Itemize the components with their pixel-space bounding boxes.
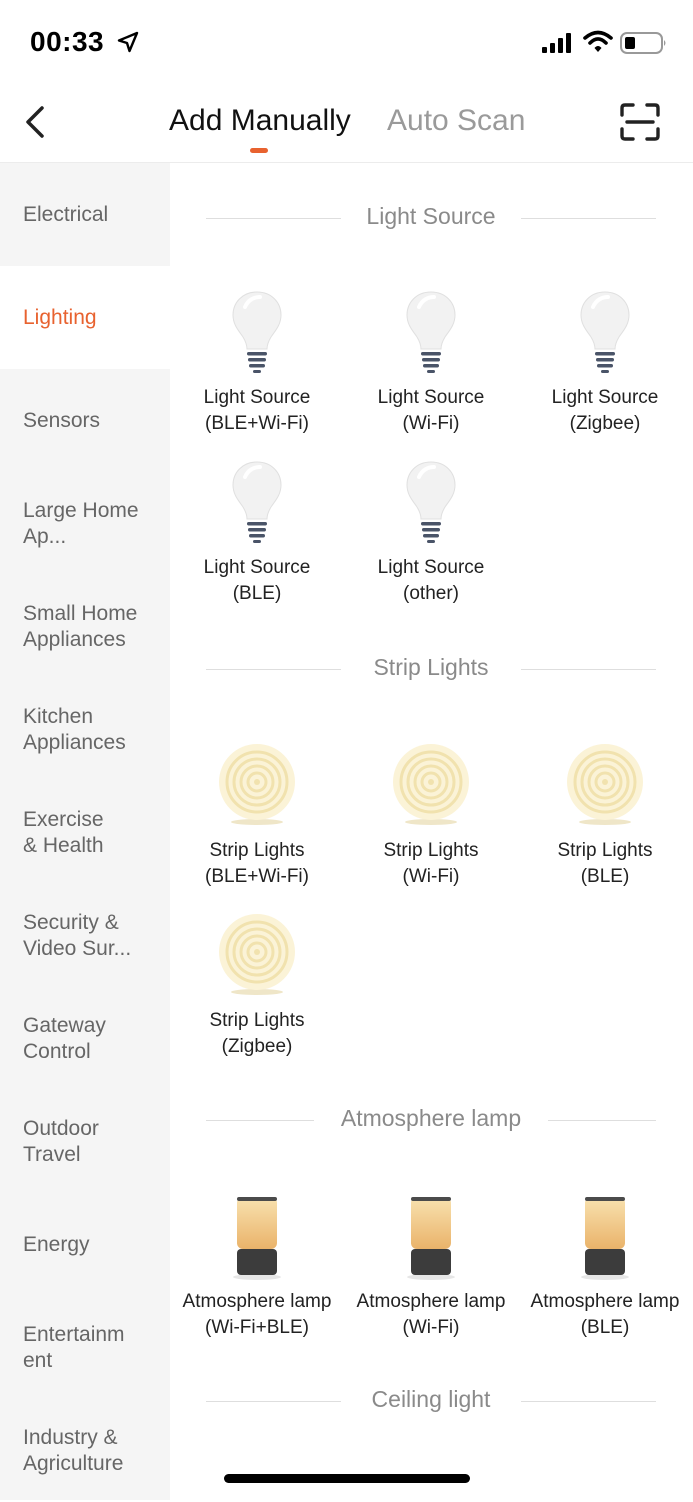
back-chevron-icon[interactable] (20, 102, 54, 142)
sidebar-item-label: Sensors (23, 408, 101, 432)
sidebar-item-lighting[interactable]: Lighting (0, 266, 170, 369)
tab-add-manually[interactable]: Add Manually (169, 104, 351, 138)
device-strip-lights-ble-wifi[interactable]: Strip Lights (BLE+Wi-Fi) (170, 740, 344, 890)
device-atmosphere-lamp-wifi-ble[interactable]: Atmosphere lamp (Wi-Fi+BLE) (170, 1191, 344, 1341)
device-light-source-ble-wifi[interactable]: Light Source (BLE+Wi-Fi) (170, 287, 344, 437)
atmosphere-lamp-icon (581, 1197, 629, 1280)
status-time: 00:33 (30, 26, 105, 57)
light-bulb-icon (406, 461, 456, 543)
device-catalog: Light Source Light Source (BLE+Wi-Fi) Lig… (170, 163, 693, 1500)
status-bar: 00:33 (0, 0, 693, 80)
category-sidebar: Electrical Lighting Sensors Large Home A… (0, 163, 170, 1500)
sidebar-item-entertainment[interactable]: Entertainm ent (0, 1296, 170, 1399)
section-header-light-source: Light Source (206, 203, 656, 233)
device-light-source-zigbee[interactable]: Light Source (Zigbee) (518, 287, 692, 437)
sidebar-item-outdoor-travel[interactable]: Outdoor Travel (0, 1090, 170, 1193)
device-light-source-other[interactable]: Light Source (other) (344, 457, 518, 607)
sidebar-item-energy[interactable]: Energy (0, 1193, 170, 1296)
section-title: Strip Lights (373, 654, 489, 680)
device-label: Light Source (Wi-Fi) (377, 387, 485, 434)
sidebar-item-exercise-health[interactable]: Exercise & Health (0, 781, 170, 884)
sidebar-item-label: Small Home Appliances (23, 601, 138, 651)
device-label: Light Source (Zigbee) (551, 387, 659, 434)
sidebar-item-kitchen-appliances[interactable]: Kitchen Appliances (0, 678, 170, 781)
device-label: Light Source (BLE) (203, 557, 311, 604)
light-bulb-icon (406, 291, 456, 373)
device-label: Strip Lights (BLE) (557, 840, 653, 887)
sidebar-item-label: Large Home Ap... (23, 498, 139, 548)
atmosphere-lamp-icon (407, 1197, 455, 1280)
section-title: Atmosphere lamp (340, 1105, 522, 1131)
sidebar-item-gateway-control[interactable]: Gateway Control (0, 987, 170, 1090)
section-title: Light Source (366, 203, 496, 229)
sidebar-item-label: Security & Video Sur... (23, 910, 132, 960)
device-strip-lights-zigbee[interactable]: Strip Lights (Zigbee) (170, 910, 344, 1060)
sidebar-item-label: Lighting (23, 305, 97, 329)
device-label: Atmosphere lamp (Wi-Fi+BLE) (182, 1291, 332, 1338)
sidebar-item-small-home-appliances[interactable]: Small Home Appliances (0, 575, 170, 678)
sidebar-item-security-video[interactable]: Security & Video Sur... (0, 884, 170, 987)
light-bulb-icon (232, 291, 282, 373)
device-light-source-wifi[interactable]: Light Source (Wi-Fi) (344, 287, 518, 437)
sidebar-item-industry-agriculture[interactable]: Industry & Agriculture (0, 1399, 170, 1502)
device-label: Strip Lights (Wi-Fi) (383, 840, 479, 887)
device-label: Strip Lights (Zigbee) (209, 1010, 305, 1057)
device-strip-lights-ble[interactable]: Strip Lights (BLE) (518, 740, 692, 890)
strip-light-icon (393, 744, 469, 825)
active-tab-indicator (250, 148, 268, 153)
device-label: Light Source (other) (377, 557, 485, 604)
device-strip-lights-wifi[interactable]: Strip Lights (Wi-Fi) (344, 740, 518, 890)
light-bulb-icon (580, 291, 630, 373)
light-bulb-icon (232, 461, 282, 543)
home-indicator[interactable] (224, 1474, 470, 1483)
sidebar-item-large-home-appliances[interactable]: Large Home Ap... (0, 472, 170, 575)
sidebar-item-label: Outdoor Travel (23, 1116, 99, 1166)
sidebar-item-label: Exercise & Health (23, 807, 104, 857)
device-label: Atmosphere lamp (Wi-Fi) (356, 1291, 506, 1338)
location-arrow-icon (117, 31, 139, 53)
sidebar-item-label: Entertainm ent (23, 1322, 125, 1372)
sidebar-item-electrical[interactable]: Electrical (0, 163, 170, 266)
section-header-atmosphere-lamp: Atmosphere lamp (206, 1105, 656, 1135)
tab-auto-scan[interactable]: Auto Scan (387, 104, 525, 138)
sidebar-item-label: Gateway Control (23, 1013, 106, 1063)
atmosphere-lamp-icon (233, 1197, 281, 1280)
battery-icon (620, 32, 666, 54)
strip-light-icon (219, 914, 295, 995)
device-light-source-ble[interactable]: Light Source (BLE) (170, 457, 344, 607)
strip-light-icon (219, 744, 295, 825)
scan-icon[interactable] (618, 102, 662, 142)
section-header-strip-lights: Strip Lights (206, 654, 656, 684)
device-atmosphere-lamp-wifi[interactable]: Atmosphere lamp (Wi-Fi) (344, 1191, 518, 1341)
sidebar-item-label: Electrical (23, 202, 109, 226)
sidebar-item-label: Kitchen Appliances (23, 704, 126, 754)
device-atmosphere-lamp-ble[interactable]: Atmosphere lamp (BLE) (518, 1191, 692, 1341)
device-label: Light Source (BLE+Wi-Fi) (203, 387, 311, 434)
cellular-signal-icon (542, 33, 571, 53)
section-title: Ceiling light (371, 1386, 491, 1412)
section-header-ceiling-light: Ceiling light (206, 1386, 656, 1416)
device-label: Strip Lights (BLE+Wi-Fi) (205, 840, 309, 887)
strip-light-icon (567, 744, 643, 825)
sidebar-item-sensors[interactable]: Sensors (0, 369, 170, 472)
sidebar-item-label: Industry & Agriculture (23, 1425, 124, 1475)
wifi-icon (583, 30, 613, 52)
sidebar-item-label: Energy (23, 1232, 90, 1256)
nav-bar: Add Manually Auto Scan (0, 82, 693, 163)
device-label: Atmosphere lamp (BLE) (530, 1291, 680, 1338)
